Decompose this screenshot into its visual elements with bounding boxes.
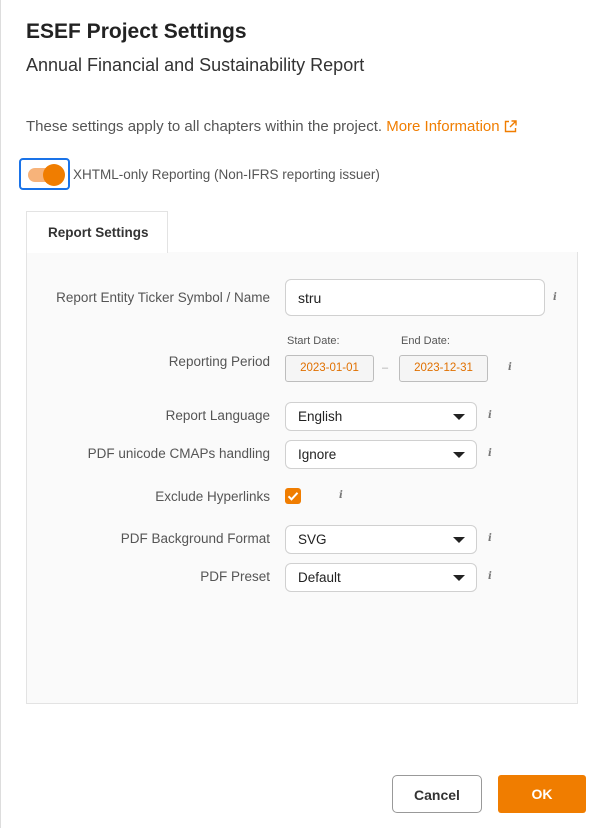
chevron-down-icon xyxy=(453,575,465,581)
xhtml-only-toggle[interactable] xyxy=(19,158,70,190)
start-date-caption: Start Date: xyxy=(287,335,340,347)
settings-dialog: ESEF Project Settings Annual Financial a… xyxy=(0,0,600,828)
bg-format-label: PDF Background Format xyxy=(120,531,270,546)
report-language-label: Report Language xyxy=(165,408,270,423)
pdf-preset-select[interactable]: Default xyxy=(285,563,477,592)
report-settings-panel xyxy=(26,252,578,704)
end-date-caption: End Date: xyxy=(401,335,450,347)
cmaps-label: PDF unicode CMAPs handling xyxy=(87,446,270,461)
more-information-link[interactable]: More Information xyxy=(386,118,517,137)
end-date-input[interactable]: 2023-12-31 xyxy=(399,355,488,382)
report-language-select[interactable]: English xyxy=(285,402,477,431)
pdf-preset-label: PDF Preset xyxy=(200,569,270,584)
ticker-input[interactable]: stru xyxy=(285,279,545,316)
dialog-title: ESEF Project Settings xyxy=(26,20,247,43)
checkmark-icon xyxy=(287,492,299,501)
hyperlinks-info-icon[interactable]: i xyxy=(339,490,343,501)
pdf-preset-value: Default xyxy=(298,570,341,585)
reporting-period-label: Reporting Period xyxy=(168,354,270,369)
info-text: These settings apply to all chapters wit… xyxy=(26,118,383,135)
chevron-down-icon xyxy=(453,452,465,458)
info-line: These settings apply to all chapters wit… xyxy=(26,118,517,137)
chevron-down-icon xyxy=(453,414,465,420)
ok-button[interactable]: OK xyxy=(498,775,586,813)
external-link-icon xyxy=(504,120,517,137)
bg-format-info-icon[interactable]: i xyxy=(488,533,492,544)
bg-format-select[interactable]: SVG xyxy=(285,525,477,554)
date-separator: – xyxy=(382,362,389,374)
exclude-hyperlinks-checkbox[interactable] xyxy=(285,488,301,504)
more-information-label: More Information xyxy=(386,118,500,135)
cmaps-select[interactable]: Ignore xyxy=(285,440,477,469)
dialog-subtitle: Annual Financial and Sustainability Repo… xyxy=(26,55,365,75)
start-date-input[interactable]: 2023-01-01 xyxy=(285,355,374,382)
pdf-preset-info-icon[interactable]: i xyxy=(488,571,492,582)
tab-report-settings[interactable]: Report Settings xyxy=(26,211,168,253)
exclude-hyperlinks-label: Exclude Hyperlinks xyxy=(155,489,270,504)
cmaps-value: Ignore xyxy=(298,447,337,462)
period-info-icon[interactable]: i xyxy=(508,362,512,373)
chevron-down-icon xyxy=(453,537,465,543)
cmaps-info-icon[interactable]: i xyxy=(488,448,492,459)
report-language-value: English xyxy=(298,409,343,424)
bg-format-value: SVG xyxy=(298,532,327,547)
ticker-label: Report Entity Ticker Symbol / Name xyxy=(56,290,270,305)
ticker-info-icon[interactable]: i xyxy=(553,292,557,303)
toggle-knob xyxy=(43,164,65,186)
cancel-button[interactable]: Cancel xyxy=(392,775,482,813)
xhtml-only-toggle-label: XHTML-only Reporting (Non-IFRS reporting… xyxy=(73,167,380,182)
language-info-icon[interactable]: i xyxy=(488,410,492,421)
